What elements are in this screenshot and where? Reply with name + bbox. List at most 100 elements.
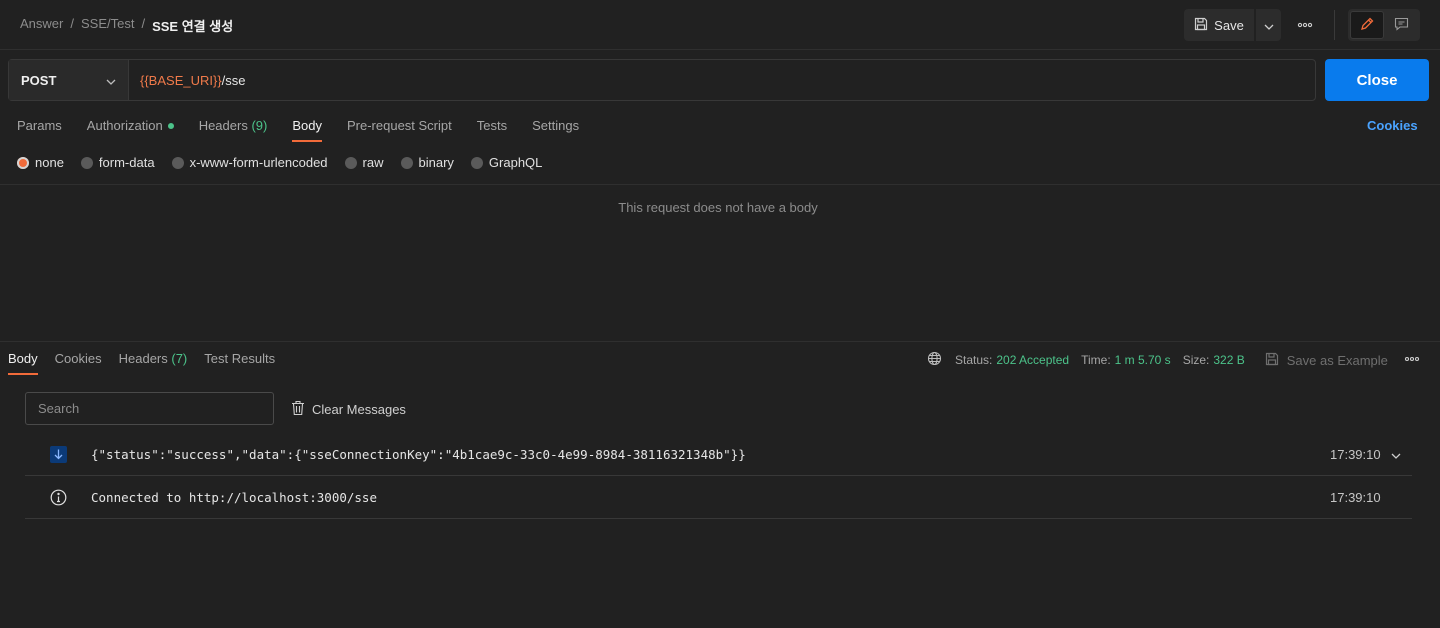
radio-circle [80, 156, 93, 169]
edit-mode-button[interactable] [1350, 11, 1384, 39]
chevron-down-icon [1264, 18, 1274, 33]
save-label: Save [1214, 17, 1244, 33]
close-button[interactable]: Close [1325, 59, 1429, 101]
breadcrumb-item-answer[interactable]: Answer [20, 16, 63, 35]
more-options-button[interactable] [1296, 16, 1314, 34]
method-label: POST [21, 72, 57, 88]
tab-label: Body [292, 118, 322, 133]
cookies-link[interactable]: Cookies [1367, 118, 1418, 133]
status-value: 202 Accepted [996, 353, 1070, 367]
time-label: Time: [1081, 353, 1111, 367]
tab-label: Test Results [204, 351, 276, 366]
comment-mode-button[interactable] [1384, 11, 1418, 39]
radio-circle [17, 156, 29, 169]
request-tabs: Params Authorization Headers (9) Body Pr… [17, 118, 604, 142]
tab-label: Pre-request Script [346, 118, 452, 133]
tab-label: Settings [532, 118, 580, 133]
floppy-disk-icon [1265, 352, 1279, 369]
response-meta: Status: 202 Accepted Time: 1 m 5.70 s Size… [927, 351, 1420, 369]
radio-form-data[interactable]: form-data [80, 155, 155, 170]
radio-graphql[interactable]: GraphQL [470, 155, 543, 170]
empty-body-message: This request does not have a body [618, 200, 818, 215]
message-time: 17:39:10 [1330, 446, 1381, 462]
info-icon [49, 488, 67, 506]
radio-circle [171, 156, 184, 169]
view-mode-toggle [1348, 9, 1420, 41]
time-readout[interactable]: Time: 1 m 5.70 s [1081, 353, 1171, 367]
radio-circle [344, 156, 357, 169]
tab-params[interactable]: Params [17, 118, 62, 142]
radio-none[interactable]: none [17, 155, 64, 170]
radio-circle [400, 156, 413, 169]
floppy-disk-icon [1194, 17, 1208, 34]
save-button-group: Save [1184, 9, 1281, 41]
tab-count: (9) [251, 118, 268, 133]
request-url-bar: POST {{BASE_URI}}/sse [8, 59, 1316, 101]
tab-response-body[interactable]: Body [8, 351, 38, 375]
tab-headers[interactable]: Headers (9) [199, 118, 268, 142]
tab-pre-request-script[interactable]: Pre-request Script [347, 118, 452, 142]
tab-label: Params [17, 118, 62, 133]
time-value: 1 m 5.70 s [1114, 353, 1171, 367]
radio-x-www-form-urlencoded[interactable]: x-www-form-urlencoded [171, 155, 328, 170]
message-text: Connected to http://localhost:3000/sse [91, 489, 377, 505]
message-row[interactable]: {"status":"success","data":{"sseConnecti… [25, 433, 1412, 476]
trash-icon [291, 400, 305, 419]
tab-label: Body [8, 351, 38, 366]
save-button[interactable]: Save [1184, 9, 1254, 41]
breadcrumb-item-sse-test[interactable]: SSE/Test [81, 16, 134, 35]
tab-label: Tests [476, 118, 508, 133]
radio-circle [470, 156, 483, 169]
tab-authorization[interactable]: Authorization [87, 118, 174, 142]
radio-label: raw [362, 155, 384, 170]
tab-label: Authorization [86, 118, 163, 133]
chevron-down-icon [106, 73, 116, 88]
clear-messages-label: Clear Messages [312, 402, 406, 417]
arrow-down-icon [49, 445, 67, 463]
more-horizontal-icon [1296, 22, 1314, 37]
save-as-example-label: Save as Example [1286, 352, 1388, 368]
status-label: Status: [955, 353, 993, 367]
comment-icon [1394, 17, 1409, 34]
message-row[interactable]: Connected to http://localhost:3000/sse 1… [25, 476, 1412, 519]
radio-binary[interactable]: binary [400, 155, 454, 170]
tab-count: (7) [171, 351, 188, 366]
save-options-button[interactable] [1255, 9, 1281, 41]
breadcrumb-separator: / [70, 16, 74, 31]
size-value: 322 B [1213, 353, 1245, 367]
tab-tests[interactable]: Tests [477, 118, 507, 142]
response-tabs: Body Cookies Headers (7) Test Results [8, 351, 292, 375]
size-label: Size: [1182, 353, 1210, 367]
tab-response-headers[interactable]: Headers (7) [119, 351, 188, 375]
tab-settings[interactable]: Settings [532, 118, 579, 142]
tab-label: Headers [118, 351, 168, 366]
tab-test-results[interactable]: Test Results [204, 351, 275, 375]
radio-label: binary [418, 155, 454, 170]
more-horizontal-icon[interactable] [1404, 353, 1420, 367]
clear-messages-button[interactable]: Clear Messages [291, 400, 406, 419]
radio-raw[interactable]: raw [344, 155, 384, 170]
top-bar: Answer / SSE/Test / SSE 연결 생성 Save [0, 0, 1440, 50]
radio-label: form-data [98, 155, 155, 170]
save-as-example-button[interactable]: Save as Example [1265, 352, 1388, 369]
message-time: 17:39:10 [1330, 489, 1381, 505]
url-input[interactable]: {{BASE_URI}}/sse [129, 60, 1315, 100]
url-path: /sse [221, 72, 246, 88]
chevron-down-icon[interactable] [1391, 447, 1401, 462]
tab-response-cookies[interactable]: Cookies [55, 351, 102, 375]
globe-icon[interactable] [927, 351, 942, 369]
page-title[interactable]: SSE 연결 생성 [152, 16, 233, 35]
message-text: {"status":"success","data":{"sseConnecti… [91, 446, 746, 462]
method-select[interactable]: POST [9, 60, 129, 100]
tab-body[interactable]: Body [292, 118, 322, 142]
status-readout[interactable]: Status: 202 Accepted [955, 353, 1069, 367]
url-variable: {{BASE_URI}} [140, 72, 222, 88]
radio-label: x-www-form-urlencoded [189, 155, 328, 170]
radio-label: GraphQL [488, 155, 543, 170]
breadcrumb: Answer / SSE/Test / SSE 연결 생성 [20, 16, 233, 35]
search-input[interactable] [25, 392, 274, 425]
pencil-icon [1360, 17, 1374, 34]
divider [1334, 10, 1335, 40]
breadcrumb-separator: / [141, 16, 146, 31]
size-readout[interactable]: Size: 322 B [1183, 353, 1245, 367]
